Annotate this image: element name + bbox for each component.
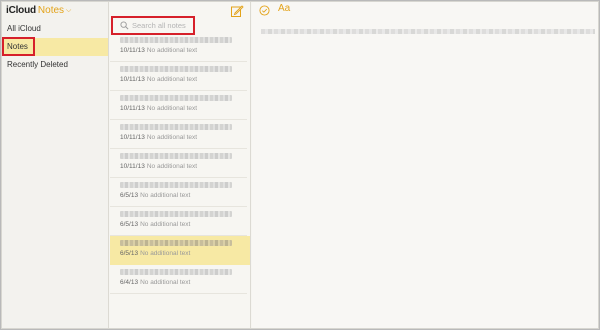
sidebar-item-label: Notes [7, 42, 28, 51]
list-item[interactable]: 10/11/13 No additional text [110, 33, 247, 62]
sidebar-item-recently-deleted[interactable]: Recently Deleted [2, 56, 108, 74]
note-preview: No additional text [146, 47, 198, 54]
note-date: 6/5/13 [120, 250, 139, 257]
note-date: 10/11/13 [120, 76, 145, 83]
sidebar-item-all-icloud[interactable]: All iCloud [2, 20, 108, 38]
list-item[interactable]: 6/5/13 No additional text [110, 178, 247, 207]
note-title-redacted [120, 37, 232, 43]
note-preview: No additional text [146, 134, 198, 141]
note-title-redacted [120, 211, 232, 217]
note-preview: No additional text [140, 250, 191, 257]
editor-toolbar: Aa [252, 2, 598, 19]
note-date: 10/11/13 [120, 163, 145, 170]
note-preview: No additional text [140, 279, 191, 286]
list-item[interactable]: 6/4/13 No additional text [110, 265, 247, 294]
note-title-redacted [120, 182, 232, 188]
note-title-redacted [120, 124, 232, 130]
note-date: 6/5/13 [120, 192, 139, 199]
checklist-icon[interactable] [259, 5, 270, 16]
sidebar-item-notes[interactable]: Notes [2, 38, 108, 56]
note-preview: No additional text [146, 105, 198, 112]
list-item-selected[interactable]: 6/5/13 No additional text [110, 236, 250, 265]
sidebar-item-label: All iCloud [7, 24, 41, 33]
note-title-redacted [120, 240, 232, 246]
search-icon [120, 20, 129, 29]
note-preview: No additional text [146, 76, 198, 83]
note-date: 10/11/13 [120, 134, 145, 141]
compose-icon[interactable] [230, 4, 244, 18]
app-name: iCloud [6, 5, 36, 16]
note-date: 10/11/13 [120, 105, 145, 112]
list-item[interactable]: 10/11/13 No additional text [110, 91, 247, 120]
search-input[interactable]: Search all notes [114, 18, 194, 32]
note-title-redacted [120, 66, 232, 72]
note-date: 6/5/13 [120, 221, 139, 228]
note-list: Search all notes 10/11/13 No additional t… [110, 2, 251, 328]
note-preview: No additional text [146, 163, 198, 170]
note-preview: No additional text [140, 192, 191, 199]
app-header[interactable]: iCloud Notes ⌵ [2, 2, 108, 19]
note-date: 6/4/13 [120, 279, 139, 286]
search-placeholder: Search all notes [132, 20, 186, 30]
notes-window: iCloud Notes ⌵ All iCloud Notes Recently… [1, 1, 599, 329]
list-item[interactable]: 10/11/13 No additional text [110, 120, 247, 149]
list-item[interactable]: 10/11/13 No additional text [110, 62, 247, 91]
note-list-toolbar: Search all notes [110, 2, 250, 33]
note-preview: No additional text [140, 221, 191, 228]
note-title-redacted [120, 153, 232, 159]
note-date: 10/11/13 [120, 47, 145, 54]
note-title-redacted [120, 269, 232, 275]
sidebar: iCloud Notes ⌵ All iCloud Notes Recently… [2, 2, 109, 328]
note-editor[interactable]: Aa [252, 2, 598, 328]
note-body-redacted [261, 29, 595, 34]
font-format-button[interactable]: Aa [278, 3, 290, 14]
list-item[interactable]: 10/11/13 No additional text [110, 149, 247, 178]
sidebar-item-label: Recently Deleted [7, 60, 68, 69]
note-title-redacted [120, 95, 232, 101]
app-section-label: Notes [37, 5, 65, 16]
chevron-down-icon: ⌵ [66, 6, 72, 14]
list-item[interactable]: 6/5/13 No additional text [110, 207, 247, 236]
